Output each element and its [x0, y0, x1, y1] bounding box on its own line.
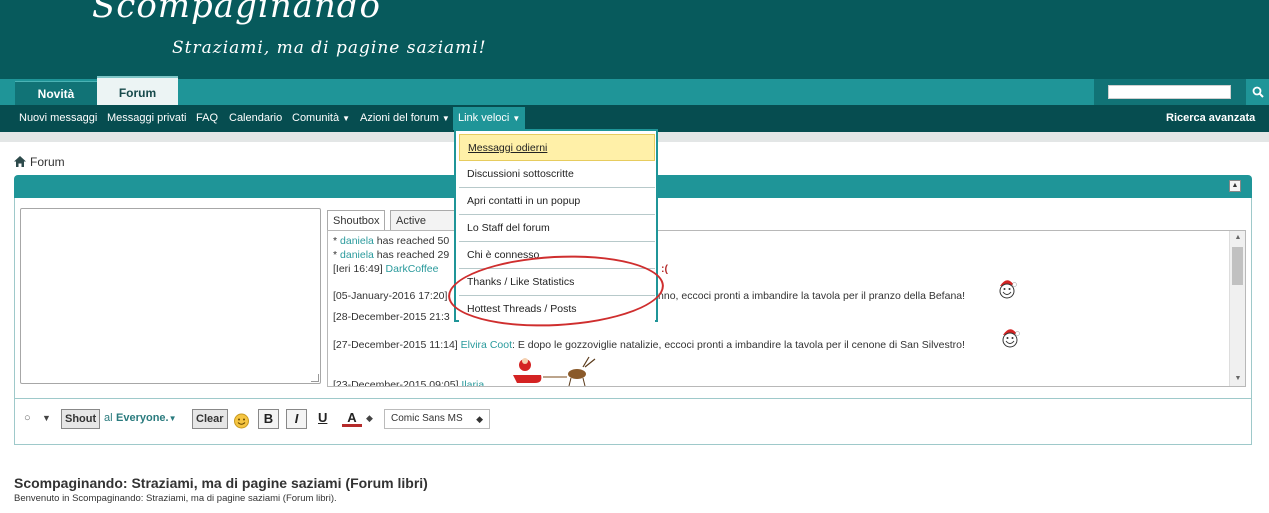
font-family-value: Comic Sans MS: [391, 413, 463, 424]
site-title: Scompaginando: Straziami, ma di pagine s…: [14, 475, 428, 491]
tab-forum[interactable]: Forum: [97, 76, 178, 105]
menu-item-todays-posts[interactable]: Messaggi odierni: [459, 134, 655, 161]
options-circle-icon[interactable]: ○: [24, 409, 31, 429]
tab-active-users[interactable]: Active Users: [390, 210, 460, 231]
santa-smiley-icon: [999, 280, 1017, 299]
nav-new-posts[interactable]: Nuovi messaggi: [19, 105, 97, 132]
breadcrumb-forum[interactable]: Forum: [30, 155, 65, 169]
search-icon: [1252, 86, 1264, 98]
target-selector[interactable]: Everyone.▼: [116, 409, 177, 429]
nav-quick-links-label: Link veloci: [458, 112, 510, 124]
shout-button[interactable]: Shout: [61, 409, 101, 429]
caret-down-icon: ▼: [512, 114, 521, 123]
resize-handle[interactable]: [311, 374, 319, 382]
italic-button[interactable]: I: [286, 409, 307, 429]
caret-down-icon: ▼: [441, 114, 450, 123]
breadcrumb: Forum: [14, 155, 65, 169]
santa-smiley-icon: [1002, 329, 1020, 348]
chevron-down-icon: ▼: [168, 414, 177, 423]
clear-button[interactable]: Clear: [192, 409, 228, 429]
shout-textarea[interactable]: [20, 208, 321, 384]
scroll-down-icon[interactable]: ▼: [1230, 372, 1245, 386]
nav-faq[interactable]: FAQ: [196, 105, 218, 132]
nav-bar: Nuovi messaggi Messaggi privati FAQ Cale…: [0, 105, 1269, 132]
menu-item-whos-online[interactable]: Chi è connesso: [459, 242, 655, 269]
collapse-button[interactable]: ▲: [1229, 180, 1241, 192]
bold-button[interactable]: B: [258, 409, 279, 429]
tab-novita[interactable]: Novità: [15, 81, 97, 105]
nav-forum-actions[interactable]: Azioni del forum ▼: [360, 105, 450, 132]
shoutbox-scrollbar[interactable]: ▲ ▼: [1229, 231, 1245, 386]
shout-line: [28-December-2015 21:3: [333, 311, 450, 323]
santa-sleigh-icon: [513, 356, 596, 386]
menu-item-subscribed-threads[interactable]: Discussioni sottoscritte: [459, 161, 655, 188]
chevron-up-icon: ▲: [1231, 182, 1239, 189]
to-label: al: [104, 412, 113, 424]
options-caret-icon[interactable]: ▼: [42, 409, 51, 429]
shout-line: [23-December-2015 09:05] Ilaria: [333, 379, 484, 386]
nav-community-label: Comunità: [292, 112, 340, 124]
caret-down-icon: ▼: [342, 114, 350, 123]
target-label: Everyone.: [116, 412, 169, 424]
logo-title[interactable]: Scompaginando: [92, 0, 381, 26]
logo-subtitle: Straziami, ma di pagine saziami!: [172, 38, 487, 58]
search-container: [1094, 79, 1246, 105]
shout-user[interactable]: daniela: [340, 235, 374, 247]
scroll-thumb[interactable]: [1232, 247, 1243, 285]
shout-user[interactable]: daniela: [340, 249, 374, 261]
site-header: Scompaginando Straziami, ma di pagine sa…: [0, 0, 1269, 79]
shout-user[interactable]: Elvira Coot: [461, 339, 512, 351]
nav-private-messages[interactable]: Messaggi privati: [107, 105, 186, 132]
shout-line: * daniela has reached 29: [333, 249, 450, 261]
nav-forum-actions-label: Azioni del forum: [360, 112, 439, 124]
menu-item-hottest-threads[interactable]: Hottest Threads / Posts: [459, 296, 655, 323]
color-stepper-icon[interactable]: ◆: [366, 409, 373, 429]
shout-line: * daniela has reached 50: [333, 235, 450, 247]
menu-item-forum-staff[interactable]: Lo Staff del forum: [459, 215, 655, 242]
quick-links-dropdown: Messaggi odierni Discussioni sottoscritt…: [454, 129, 658, 323]
scroll-up-icon[interactable]: ▲: [1230, 231, 1245, 245]
nav-quick-links[interactable]: Link veloci ▼: [453, 107, 526, 130]
shout-partial-emote: :(: [661, 263, 668, 275]
menu-item-thanks-statistics[interactable]: Thanks / Like Statistics: [459, 269, 655, 296]
font-color-button[interactable]: A: [342, 409, 362, 427]
nav-community[interactable]: Comunità ▼: [292, 105, 350, 132]
font-family-select[interactable]: Comic Sans MS ◆: [384, 409, 490, 429]
stepper-icon: ◆: [476, 414, 483, 424]
smiley-icon[interactable]: [233, 411, 250, 431]
shout-user[interactable]: DarkCoffee: [386, 263, 439, 275]
shout-line: [Ieri 16:49] DarkCoffee: [333, 263, 439, 275]
home-icon[interactable]: [14, 156, 26, 167]
site-description: Benvenuto in Scompaginando: Straziami, m…: [14, 493, 337, 504]
nav-advanced-search[interactable]: Ricerca avanzata: [1166, 105, 1255, 132]
shout-line: [27-December-2015 11:14] Elvira Coot: E …: [333, 339, 965, 351]
nav-calendar[interactable]: Calendario: [229, 105, 282, 132]
toolbar-divider: [15, 398, 1251, 399]
tab-shoutbox[interactable]: Shoutbox: [327, 210, 386, 231]
underline-button[interactable]: U: [318, 409, 327, 429]
search-input[interactable]: [1108, 85, 1231, 99]
search-button[interactable]: [1247, 79, 1269, 105]
menu-item-contacts-popup[interactable]: Apri contatti in un popup: [459, 188, 655, 215]
tab-bar: Novità Forum: [0, 76, 1269, 105]
shout-user[interactable]: Ilaria: [461, 379, 484, 386]
